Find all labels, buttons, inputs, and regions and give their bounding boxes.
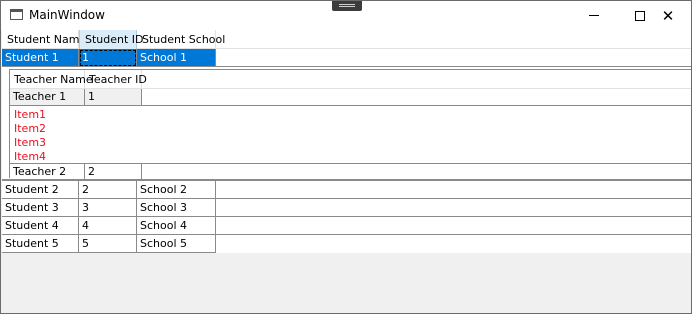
window-title: MainWindow [29,8,105,22]
cell-student-school[interactable]: School 4 [137,217,216,235]
cell-student-name[interactable]: Student 4 [2,217,79,235]
row-filler [216,199,691,217]
column-header-student-school[interactable]: Student School [137,30,225,49]
column-header-row: Student Name Student ID Student School [2,30,691,49]
cell-student-school[interactable]: School 1 [137,49,216,67]
cell-student-school[interactable]: School 3 [137,199,216,217]
cell-student-id[interactable]: 4 [79,217,137,235]
column-header-student-id[interactable]: Student ID [79,30,144,49]
cell-student-school[interactable]: School 2 [137,181,216,199]
table-row[interactable]: Student 2 2 School 2 [2,181,691,199]
cell-teacher-name[interactable]: Teacher 1 [10,89,85,106]
list-item[interactable]: Item3 [14,136,684,150]
close-icon: ✕ [661,6,675,25]
row-filler [142,164,691,181]
list-item[interactable]: Item4 [14,150,684,164]
drag-grip-icon[interactable] [332,1,362,11]
cell-teacher-name[interactable]: Teacher 2 [10,164,85,181]
table-row[interactable]: Student 1 1 School 1 [2,49,691,67]
cell-student-id[interactable]: 1 [79,49,137,67]
cell-student-school[interactable]: School 5 [137,235,216,253]
table-row[interactable]: Student 3 3 School 3 [2,199,691,217]
teacher-row[interactable]: Teacher 1 1 [10,89,691,106]
close-button[interactable]: ✕ [645,1,691,30]
cell-student-id[interactable]: 2 [79,181,137,199]
cell-student-name[interactable]: Student 5 [2,235,79,253]
row-filler [216,217,691,235]
cell-teacher-id[interactable]: 2 [85,164,142,181]
title-bar[interactable]: MainWindow ✕ [1,1,691,30]
column-header-teacher-id[interactable]: Teacher ID [85,70,147,89]
window-icon [10,9,23,20]
teacher-items-list: Item1 Item2 Item3 Item4 [14,108,684,164]
column-header-student-name[interactable]: Student Name [2,30,86,49]
students-datagrid[interactable]: Student Name Student ID Student School S… [2,30,691,313]
cell-student-name[interactable]: Student 3 [2,199,79,217]
maximize-icon [635,10,645,21]
column-header-teacher-name[interactable]: Teacher Name [10,70,93,89]
row-filler [142,89,691,106]
row-filler [216,235,691,253]
minimize-button[interactable] [571,1,617,30]
list-item[interactable]: Item1 [14,108,684,122]
teachers-header-row: Teacher Name Teacher ID [10,70,691,89]
row-details-panel: Teacher Name Teacher ID Teacher 1 1 Item… [2,67,691,181]
cell-student-name[interactable]: Student 1 [2,49,79,67]
row-filler [216,181,691,199]
cell-student-id[interactable]: 5 [79,235,137,253]
cell-teacher-id[interactable]: 1 [85,89,142,106]
teachers-datagrid[interactable]: Teacher Name Teacher ID Teacher 1 1 Item… [9,69,691,181]
minimize-icon [589,15,599,16]
cell-student-id[interactable]: 3 [79,199,137,217]
list-item[interactable]: Item2 [14,122,684,136]
main-window: MainWindow ✕ Student Name Student ID Stu… [0,0,692,314]
cell-student-name[interactable]: Student 2 [2,181,79,199]
table-row[interactable]: Student 5 5 School 5 [2,235,691,253]
teacher-row[interactable]: Teacher 2 2 [10,163,691,181]
row-filler [216,49,691,67]
table-row[interactable]: Student 4 4 School 4 [2,217,691,235]
